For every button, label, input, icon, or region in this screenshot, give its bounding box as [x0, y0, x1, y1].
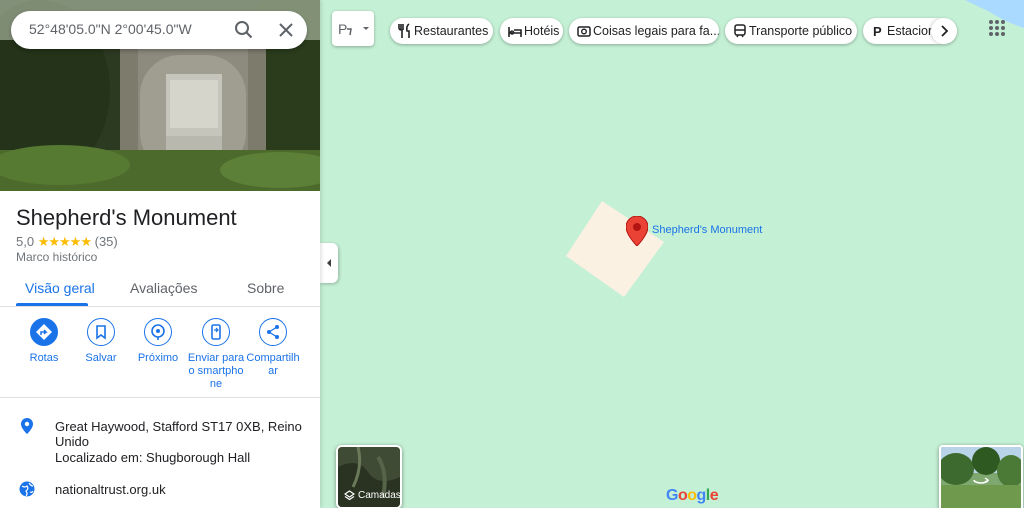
- map-place-label[interactable]: Shepherd's Monument: [652, 224, 762, 236]
- chip-restaurantes[interactable]: Restaurantes: [390, 18, 493, 44]
- chevron-left-icon: [327, 259, 331, 267]
- chevron-right-icon: [941, 25, 949, 37]
- place-panel: Shepherd's Monument 5,0 ★★★★★ (35) Marco…: [0, 0, 320, 508]
- svg-text:P: P: [873, 24, 882, 39]
- send-to-phone-button[interactable]: Enviar para o smartphone: [187, 318, 245, 391]
- pegman-icon: P: [338, 21, 369, 37]
- share-icon: [267, 325, 279, 339]
- located-in-text: Localizado em: Shugborough Hall: [55, 450, 251, 465]
- logo-letter: e: [709, 487, 719, 504]
- google-logo: Google: [666, 487, 719, 505]
- close-icon: [279, 23, 293, 37]
- rating-value: 5,0: [16, 234, 35, 249]
- location-pin-icon: [21, 418, 33, 434]
- place-marker[interactable]: [625, 215, 649, 247]
- nearby-icon: [151, 324, 165, 340]
- place-title: Shepherd's Monument: [16, 205, 237, 230]
- active-tab-indicator: [16, 303, 88, 306]
- chip-hoteis[interactable]: Hotéis: [500, 18, 563, 44]
- apps-grid-icon: [989, 20, 1005, 36]
- logo-letter: o: [687, 487, 697, 504]
- chip-coisas-legais[interactable]: Coisas legais para fa...: [569, 18, 719, 44]
- restaurant-icon: [398, 23, 410, 38]
- review-count[interactable]: (35): [95, 234, 118, 249]
- hotel-icon: [508, 27, 522, 37]
- map-pin-icon: [625, 215, 649, 247]
- logo-letter: G: [666, 487, 678, 504]
- bookmark-icon: [96, 325, 106, 340]
- share-button[interactable]: Compartilhar: [244, 318, 302, 378]
- save-button[interactable]: Salvar: [72, 318, 130, 365]
- action-buttons: Rotas Salvar Próximo Enviar para o smart…: [0, 318, 320, 398]
- place-tabs: Visão geral Avaliações Sobre: [0, 272, 320, 307]
- search-icon: [235, 21, 253, 39]
- camera-icon: [577, 26, 591, 37]
- logo-letter: g: [696, 487, 707, 504]
- logo-letter: o: [677, 487, 688, 504]
- street-view-image: [941, 447, 1021, 508]
- website-text: nationaltrust.org.uk: [55, 482, 166, 497]
- globe-icon: [19, 481, 35, 497]
- tab-avaliacoes[interactable]: Avaliações: [130, 280, 197, 296]
- section-divider: [0, 397, 320, 398]
- transit-icon: [734, 24, 746, 38]
- place-category[interactable]: Marco histórico: [16, 250, 97, 264]
- search-input[interactable]: [27, 20, 231, 38]
- search-button[interactable]: [233, 19, 255, 41]
- route-type-selector[interactable]: P: [332, 11, 374, 46]
- chips-next-button[interactable]: [931, 18, 957, 44]
- layers-button[interactable]: Camadas: [336, 445, 402, 508]
- chip-transporte-publico[interactable]: Transporte público: [725, 18, 857, 44]
- chip-estacionamento[interactable]: P Estacion: [863, 18, 957, 44]
- send-to-phone-icon: [211, 324, 221, 340]
- clear-search-button[interactable]: [275, 19, 297, 41]
- directions-button[interactable]: Rotas: [15, 318, 73, 365]
- search-box: [11, 11, 307, 49]
- website-row[interactable]: nationaltrust.org.uk: [0, 474, 320, 504]
- google-apps-button[interactable]: [985, 16, 1009, 40]
- place-rating[interactable]: 5,0 ★★★★★ (35): [16, 234, 118, 250]
- tab-sobre[interactable]: Sobre: [247, 280, 284, 296]
- parking-icon: P: [873, 24, 882, 39]
- nearby-button[interactable]: Próximo: [129, 318, 187, 365]
- tab-visao-geral[interactable]: Visão geral: [25, 280, 95, 296]
- layers-icon: [344, 490, 355, 501]
- street-view-thumbnail[interactable]: [939, 445, 1023, 508]
- located-in-row[interactable]: Localizado em: Shugborough Hall: [0, 442, 320, 472]
- directions-icon: [36, 324, 52, 340]
- star-rating-icon: ★★★★★: [37, 234, 92, 249]
- collapse-panel-button[interactable]: [320, 243, 338, 283]
- address-row[interactable]: Great Haywood, Stafford ST17 0XB, Reino …: [0, 411, 320, 449]
- svg-text:P: P: [338, 21, 347, 37]
- building-footprint: [566, 201, 664, 297]
